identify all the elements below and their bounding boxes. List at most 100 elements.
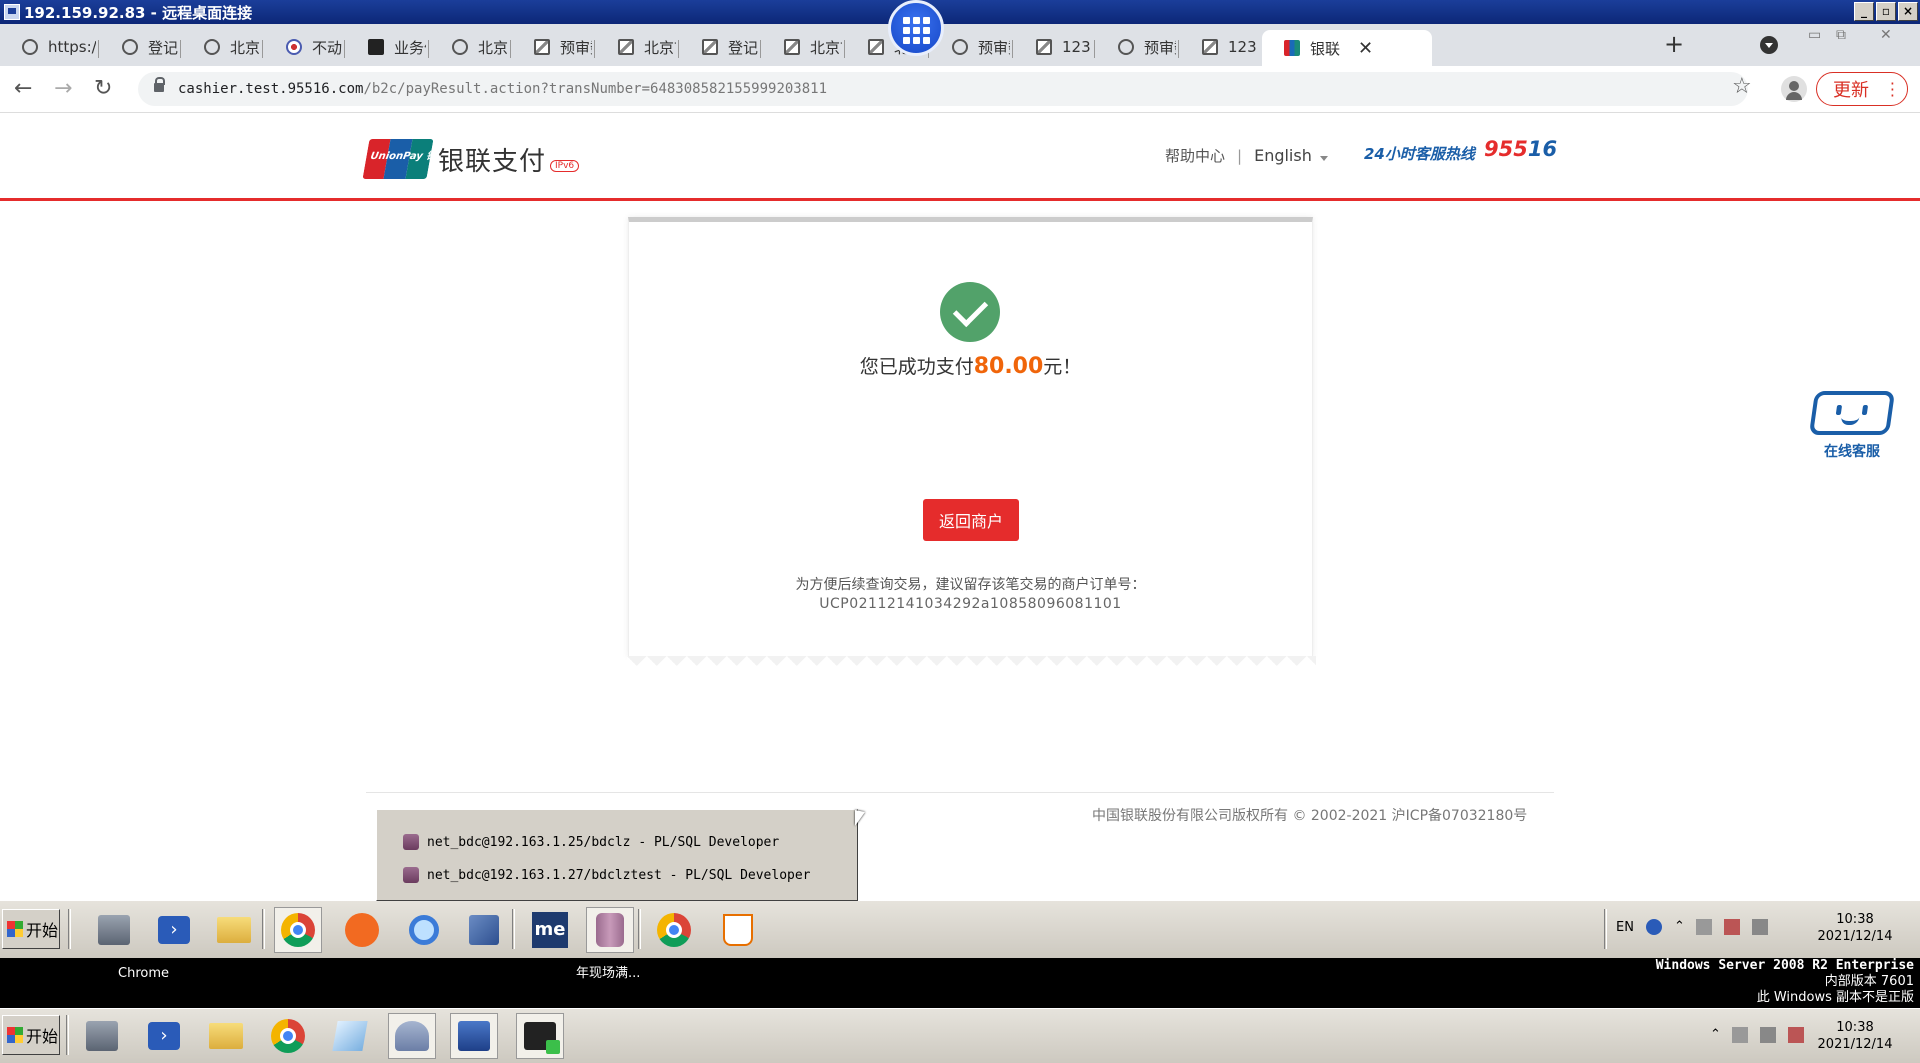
browser-close-icon[interactable]: ✕: [1880, 27, 1892, 43]
rdp-app-icon: [4, 4, 20, 20]
tab-label: 登记: [728, 38, 758, 57]
online-support-widget[interactable]: 在线客服: [1808, 391, 1896, 461]
server-manager-icon[interactable]: [90, 907, 138, 953]
browser-tab[interactable]: 北京市不: [596, 30, 676, 64]
browser-restore-icon[interactable]: ⧉: [1836, 27, 1846, 43]
network-icon[interactable]: [1760, 1027, 1776, 1043]
rdp-title-bar[interactable]: 192.159.92.83 - 远程桌面连接 _ ▫ ×: [0, 0, 1920, 24]
remote-taskbar: 开始 › me EN ⌃ 10:38 2021/12/14: [0, 900, 1920, 958]
orange-app-icon[interactable]: [338, 907, 386, 953]
globe-icon: [122, 39, 138, 55]
url-path: /b2c/payResult.action?transNumber=648308…: [363, 81, 828, 97]
action-center-icon[interactable]: [1723, 919, 1740, 935]
new-tab-icon[interactable]: +: [1664, 30, 1684, 58]
return-to-merchant-button[interactable]: 返回商户: [923, 499, 1019, 541]
bookmark-star-icon[interactable]: ☆: [1732, 74, 1752, 99]
unionpay-icon: [1284, 40, 1300, 56]
system-clock[interactable]: 10:38 2021/12/14: [1800, 911, 1910, 945]
host-system-clock[interactable]: 10:38 2021/12/14: [1800, 1019, 1910, 1053]
tab-separator: [428, 40, 429, 58]
forward-arrow-icon[interactable]: →: [54, 76, 72, 101]
browser-tab[interactable]: 北京市不: [430, 30, 508, 64]
browser-tab[interactable]: 北京市不: [182, 30, 260, 64]
tab-close-icon[interactable]: ✕: [1358, 38, 1373, 59]
chrome-icon[interactable]: [650, 907, 698, 953]
explorer-folder-icon[interactable]: [210, 907, 258, 953]
ipv6-badge: IPv6: [550, 160, 580, 172]
tab-separator: [510, 40, 511, 58]
minimize-icon[interactable]: _: [1854, 2, 1874, 21]
volume-icon[interactable]: [1695, 919, 1712, 935]
browser-tab[interactable]: 123.56.: [1014, 30, 1092, 64]
profile-avatar-icon[interactable]: [1781, 76, 1807, 102]
globe-icon: [1118, 39, 1134, 55]
chrome-icon[interactable]: [264, 1013, 312, 1059]
browser-tab[interactable]: 预审数据: [512, 30, 592, 64]
tab-label: 预审数据: [1144, 38, 1176, 57]
unionpay-logo[interactable]: UnionPay 银联 银联支付 IPv6: [362, 139, 580, 179]
host-start-button[interactable]: 开始: [2, 1015, 60, 1055]
tab-separator: [678, 40, 679, 58]
terminal-icon[interactable]: [516, 1013, 564, 1059]
explorer-folder-icon[interactable]: [202, 1013, 250, 1059]
tab-label: 预审数据: [978, 38, 1010, 57]
server-manager-icon[interactable]: [78, 1013, 126, 1059]
browser-tab[interactable]: 银联 ✕: [1262, 30, 1432, 66]
remote-desktop-icon[interactable]: [450, 1013, 498, 1059]
plsql-developer-icon[interactable]: [586, 907, 634, 953]
hotline-label: 24小时客服热线: [1364, 145, 1475, 163]
show-hidden-icons-icon[interactable]: ⌃: [1710, 1027, 1721, 1043]
browser-tab[interactable]: https:/: [0, 30, 96, 64]
menu-kebab-icon[interactable]: · · ·: [1890, 76, 1895, 104]
chrome-icon[interactable]: [274, 907, 322, 953]
back-arrow-icon[interactable]: ←: [14, 76, 32, 101]
search-tool-icon[interactable]: [400, 907, 448, 953]
browser-tab[interactable]: 预审数据: [1096, 30, 1176, 64]
browser-tab[interactable]: 业务信息: [346, 30, 426, 64]
tab-label: 业务信息: [394, 38, 426, 57]
seal-icon: [286, 39, 302, 55]
notepad-icon[interactable]: [326, 1013, 374, 1059]
windows-flag-icon: [7, 1027, 23, 1043]
image-icon: [534, 39, 550, 55]
chrome-shortcut-label: Chrome: [118, 966, 169, 981]
tab-separator: [1094, 40, 1095, 58]
update-button[interactable]: 更新 · · ·: [1816, 72, 1908, 106]
window-list-item[interactable]: net_bdc@192.163.1.27/bdclztest - PL/SQL …: [403, 865, 811, 885]
powershell-icon[interactable]: ›: [150, 907, 198, 953]
browser-tab[interactable]: 123.56.: [1180, 30, 1258, 64]
start-button[interactable]: 开始: [2, 909, 60, 949]
powershell-icon[interactable]: ›: [140, 1013, 188, 1059]
browser-tab[interactable]: 不动产登: [264, 30, 342, 64]
flag-icon[interactable]: [1732, 1027, 1748, 1043]
rdp-connection-bar-icon[interactable]: [888, 0, 944, 56]
update-label: 更新: [1833, 80, 1869, 101]
input-language[interactable]: EN: [1616, 920, 1634, 935]
browser-tab[interactable]: 北京市不: [762, 30, 842, 64]
lock-icon[interactable]: [154, 77, 165, 92]
browser-tab[interactable]: 登记业务: [100, 30, 178, 64]
browser-tab[interactable]: 登记: [680, 30, 758, 64]
reload-icon[interactable]: ↻: [94, 76, 112, 101]
network-tool-icon[interactable]: [388, 1013, 436, 1059]
show-hidden-icons-icon[interactable]: ⌃: [1674, 919, 1685, 935]
me-app-icon[interactable]: me: [526, 907, 574, 953]
address-bar[interactable]: cashier.test.95516.com/b2c/payResult.act…: [138, 72, 1748, 106]
success-message: 您已成功支付80.00元！: [859, 354, 1082, 379]
image-icon: [618, 39, 634, 55]
help-icon[interactable]: [1645, 919, 1662, 935]
language-selector[interactable]: English: [1254, 146, 1328, 165]
window-list-item[interactable]: net_bdc@192.163.1.25/bdclz - PL/SQL Deve…: [403, 832, 779, 852]
close-icon[interactable]: ×: [1898, 2, 1918, 21]
restore-icon[interactable]: ▫: [1876, 2, 1896, 21]
file-copy-icon[interactable]: [460, 907, 508, 953]
network-icon[interactable]: [1751, 919, 1768, 935]
tab-strip: https:/ 登记业务 北京市不 不动产登 业务信息 北京市不 预审数据 北京市不 登记 北京市…: [0, 24, 1920, 66]
footer-divider: [366, 792, 1554, 793]
help-center-link[interactable]: 帮助中心: [1165, 145, 1225, 166]
tab-search-icon[interactable]: [1760, 36, 1778, 54]
java-icon[interactable]: [714, 907, 762, 953]
windows-flag-icon: [7, 921, 23, 937]
browser-minimize-icon[interactable]: ▭: [1808, 27, 1821, 43]
globe-icon: [22, 39, 38, 55]
